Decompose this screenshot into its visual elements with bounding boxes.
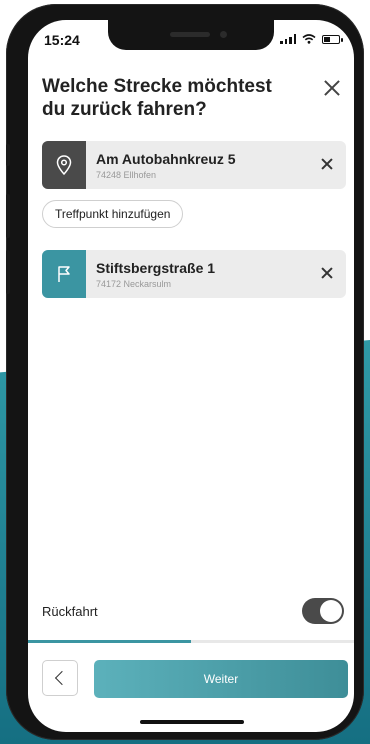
- toggle-knob: [320, 600, 342, 622]
- phone-notch: [108, 20, 274, 50]
- next-button[interactable]: Weiter: [94, 660, 348, 698]
- status-icons: [280, 34, 343, 44]
- progress-fill: [28, 640, 191, 643]
- destination-city: 74172 Neckarsulm: [96, 279, 172, 289]
- signal-icon: [280, 34, 296, 44]
- start-city: 74248 Ellhofen: [96, 170, 157, 180]
- page-title: Welche Strecke möchtest du zurück fahren…: [42, 76, 272, 120]
- close-icon[interactable]: [322, 78, 342, 98]
- app-screen: 15:24 Welche Strecke möchtest du zurück …: [28, 20, 354, 732]
- destination-card[interactable]: Stiftsbergstraße 1 74172 Neckarsulm: [42, 250, 346, 298]
- phone-frame: 15:24 Welche Strecke möchtest du zurück …: [6, 4, 364, 740]
- wifi-icon: [302, 34, 316, 44]
- remove-start-icon[interactable]: [320, 157, 334, 171]
- phone-side-button: [6, 250, 10, 294]
- phone-side-button: [6, 144, 10, 166]
- start-street: Am Autobahnkreuz 5: [96, 151, 236, 167]
- phone-side-button: [6, 194, 10, 238]
- start-location-card[interactable]: Am Autobahnkreuz 5 74248 Ellhofen: [42, 141, 346, 189]
- progress-bar: [28, 640, 354, 643]
- return-trip-label: Rückfahrt: [42, 604, 98, 619]
- home-indicator: [140, 720, 244, 724]
- battery-icon: [322, 34, 343, 44]
- location-pin-icon: [42, 141, 86, 189]
- remove-destination-icon[interactable]: [320, 266, 334, 280]
- back-button[interactable]: [42, 660, 78, 696]
- add-meeting-point-button[interactable]: Treffpunkt hinzufügen: [42, 200, 184, 228]
- return-trip-toggle[interactable]: [302, 598, 344, 624]
- chevron-left-icon: [54, 670, 70, 686]
- status-time: 15:24: [44, 32, 80, 48]
- destination-street: Stiftsbergstraße 1: [96, 260, 216, 276]
- flag-icon: [42, 250, 86, 298]
